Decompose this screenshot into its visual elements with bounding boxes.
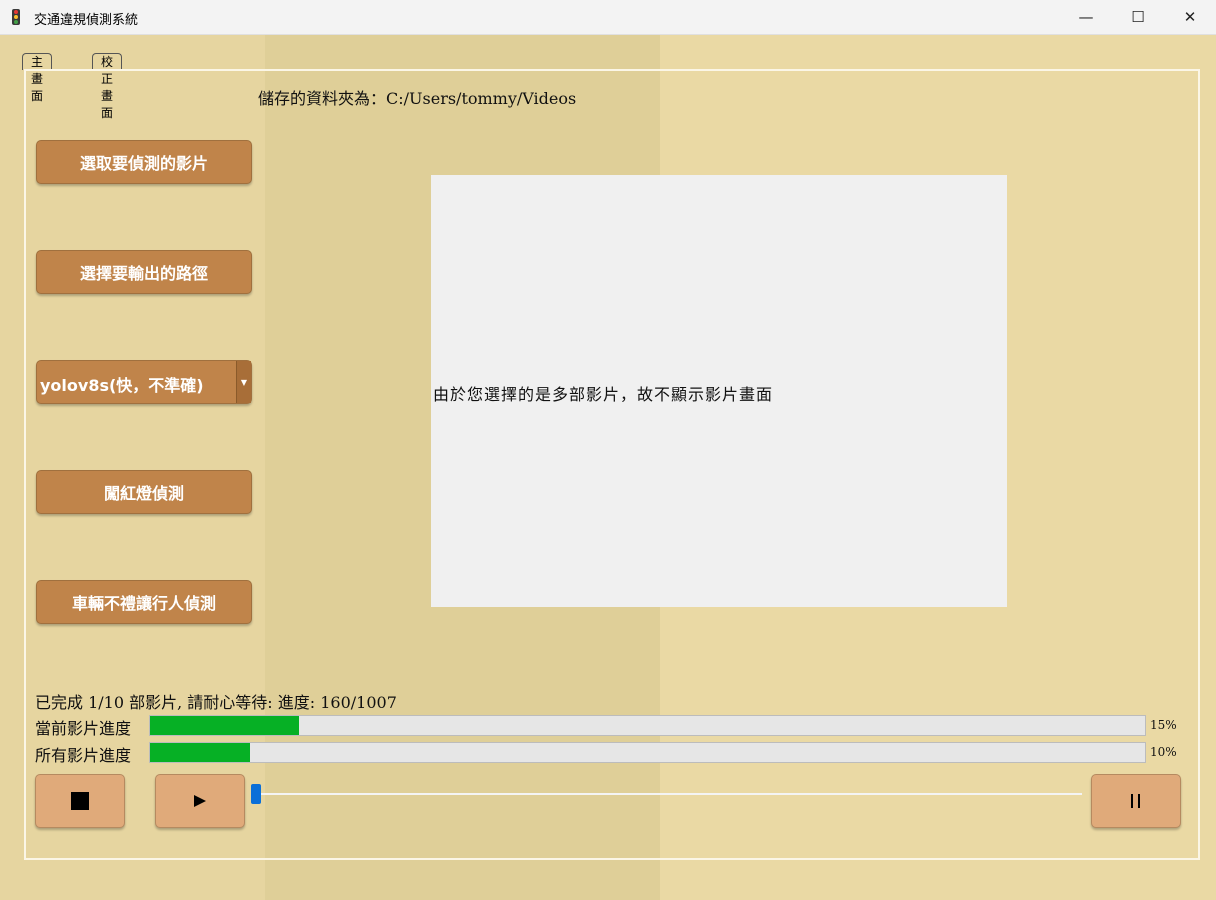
traffic-light-icon bbox=[12, 9, 20, 25]
play-button[interactable] bbox=[155, 774, 245, 828]
model-select[interactable]: yolov8s(快，不準確) ▼ bbox=[36, 360, 252, 404]
playback-slider-handle[interactable] bbox=[251, 784, 261, 804]
output-folder-label: 儲存的資料夾為：C:/Users/tommy/Videos bbox=[258, 89, 577, 108]
video-preview-message: 由於您選擇的是多部影片，故不顯示影片畫面 bbox=[433, 385, 774, 404]
pause-button[interactable] bbox=[1091, 774, 1181, 828]
status-text: 已完成 1/10 部影片, 請耐心等待: 進度: 160/1007 bbox=[35, 693, 397, 712]
all-progress-fill bbox=[150, 743, 250, 762]
maximize-icon: ☐ bbox=[1131, 8, 1145, 26]
current-progress-label: 當前影片進度 bbox=[35, 719, 132, 738]
all-progress-percent: 10% bbox=[1150, 745, 1177, 759]
pedestrian-yield-detection-button[interactable]: 車輛不禮讓行人偵測 bbox=[36, 580, 252, 624]
video-preview: 由於您選擇的是多部影片，故不顯示影片畫面 bbox=[431, 175, 1007, 607]
current-progress-bar bbox=[149, 715, 1146, 736]
tab-main[interactable]: 主畫面 bbox=[22, 53, 53, 103]
maximize-button[interactable]: ☐ bbox=[1112, 0, 1164, 34]
playback-slider[interactable] bbox=[256, 793, 1082, 795]
minimize-button[interactable]: — bbox=[1060, 0, 1112, 34]
close-button[interactable]: ✕ bbox=[1164, 0, 1216, 34]
window-title: 交通違規偵測系統 bbox=[34, 13, 139, 28]
tab-calibration[interactable]: 校正畫面 bbox=[92, 53, 123, 120]
red-light-detection-button[interactable]: 闖紅燈偵測 bbox=[36, 470, 252, 514]
title-bar: 交通違規偵測系統 — ☐ ✕ bbox=[0, 0, 1216, 35]
model-select-value: yolov8s(快，不準確) bbox=[40, 376, 204, 395]
all-progress-label: 所有影片進度 bbox=[35, 746, 132, 765]
play-icon bbox=[194, 795, 206, 807]
close-icon: ✕ bbox=[1183, 8, 1197, 26]
current-progress-percent: 15% bbox=[1150, 718, 1177, 732]
current-progress-fill bbox=[150, 716, 300, 735]
stop-button[interactable] bbox=[35, 774, 125, 828]
all-progress-bar bbox=[149, 742, 1146, 763]
chevron-down-icon[interactable]: ▼ bbox=[236, 361, 251, 403]
minimize-icon: — bbox=[1078, 8, 1094, 26]
select-video-button[interactable]: 選取要偵測的影片 bbox=[36, 140, 252, 184]
select-output-path-button[interactable]: 選擇要輸出的路徑 bbox=[36, 250, 252, 294]
stop-icon bbox=[71, 792, 89, 810]
pause-icon bbox=[1131, 794, 1140, 808]
